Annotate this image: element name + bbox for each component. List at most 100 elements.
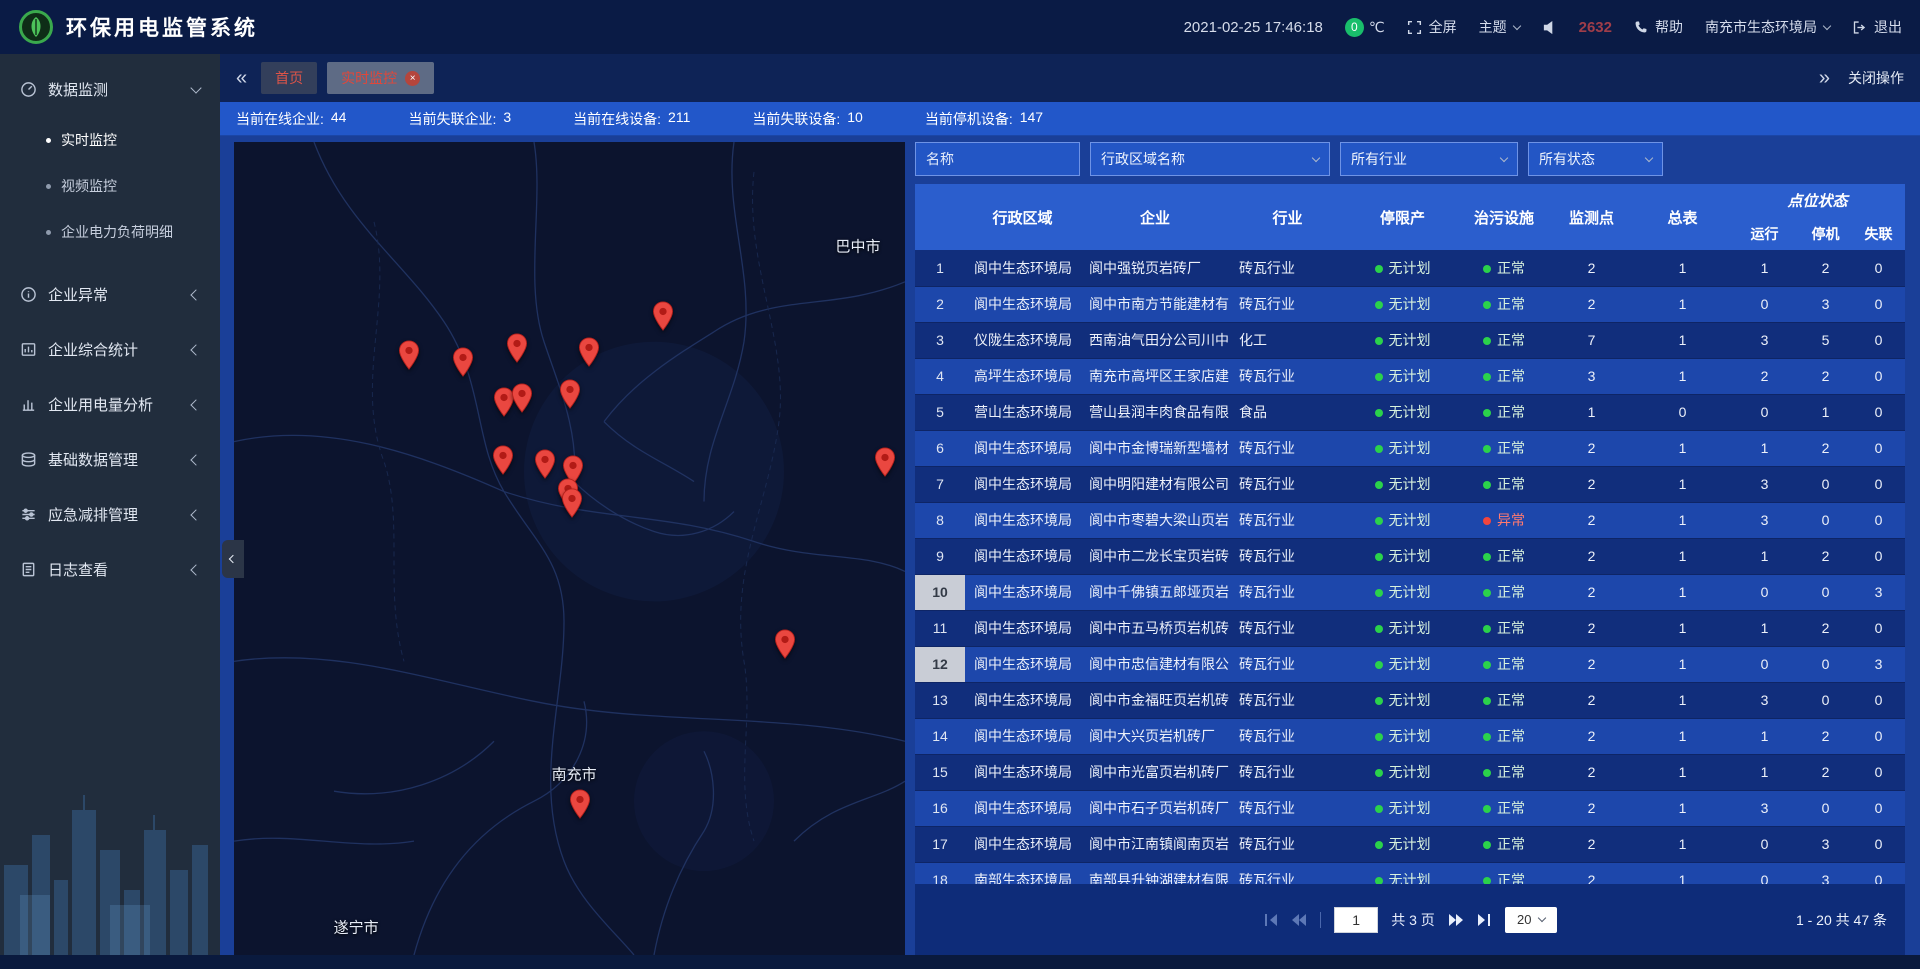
row-number: 11 bbox=[915, 610, 965, 646]
table-row[interactable]: 8阆中生态环境局阆中市枣碧大梁山页岩砖瓦行业无计划异常21300 bbox=[915, 502, 1905, 538]
status-dot-green-icon bbox=[1483, 625, 1491, 633]
map-pin-icon[interactable] bbox=[452, 347, 474, 377]
map-pin-icon[interactable] bbox=[652, 301, 674, 331]
alert-count-badge[interactable]: 2632 bbox=[1579, 19, 1612, 36]
table-row[interactable]: 16阆中生态环境局阆中市石子页岩机砖厂砖瓦行业无计划正常21300 bbox=[915, 790, 1905, 826]
cell-limit-production: 无计划 bbox=[1345, 826, 1460, 862]
table-row[interactable]: 18南部生态环境局南部县升钟湖建材有限砖瓦行业无计划正常21030 bbox=[915, 862, 1905, 884]
cell-enterprise: 阆中大兴页岩机砖厂 bbox=[1080, 718, 1230, 754]
cell-monitor-points: 2 bbox=[1548, 610, 1635, 646]
org-menu[interactable]: 南充市生态环境局 bbox=[1705, 17, 1830, 37]
sidebar-item-label: 企业综合统计 bbox=[48, 339, 181, 360]
cell-lost: 0 bbox=[1852, 538, 1905, 574]
page-size-value: 20 bbox=[1517, 912, 1531, 927]
table-row[interactable]: 4高坪生态环境局南充市高坪区王家店建砖瓦行业无计划正常31220 bbox=[915, 358, 1905, 394]
cell-running: 3 bbox=[1730, 502, 1799, 538]
map-roads bbox=[234, 142, 905, 955]
cell-pollution-facility: 正常 bbox=[1460, 862, 1548, 884]
cell-limit-production: 无计划 bbox=[1345, 646, 1460, 682]
cell-stopped: 1 bbox=[1799, 394, 1852, 430]
sidebar-item-企业综合统计[interactable]: 企业综合统计 bbox=[0, 322, 220, 377]
close-operations-button[interactable]: 关闭操作 bbox=[1848, 68, 1904, 88]
row-number: 15 bbox=[915, 754, 965, 790]
prev-page-button[interactable] bbox=[1291, 914, 1307, 926]
map[interactable]: 巴中市南充市遂宁市 bbox=[234, 142, 905, 955]
map-pin-icon[interactable] bbox=[398, 340, 420, 370]
map-pin-icon[interactable] bbox=[506, 333, 528, 363]
sidebar-subitem-企业电力负荷明细[interactable]: 企业电力负荷明细 bbox=[0, 209, 220, 255]
cell-stopped: 2 bbox=[1799, 250, 1852, 286]
table-row[interactable]: 17阆中生态环境局阆中市江南镇阆南页岩砖瓦行业无计划正常21030 bbox=[915, 826, 1905, 862]
table-row[interactable]: 12阆中生态环境局阆中市忠信建材有限公砖瓦行业无计划正常21003 bbox=[915, 646, 1905, 682]
announcement-icon[interactable] bbox=[1542, 20, 1557, 35]
cell-total-meters: 1 bbox=[1635, 466, 1730, 502]
theme-menu[interactable]: 主题 bbox=[1479, 17, 1520, 37]
table-row[interactable]: 6阆中生态环境局阆中市金博瑞新型墙材砖瓦行业无计划正常21120 bbox=[915, 430, 1905, 466]
next-page-button[interactable] bbox=[1448, 914, 1464, 926]
table-row[interactable]: 15阆中生态环境局阆中市光富页岩机砖厂砖瓦行业无计划正常21120 bbox=[915, 754, 1905, 790]
map-pin-icon[interactable] bbox=[559, 379, 581, 409]
map-pin-icon[interactable] bbox=[569, 789, 591, 819]
cell-enterprise: 阆中市金博瑞新型墙材 bbox=[1080, 430, 1230, 466]
tab-实时监控[interactable]: 实时监控× bbox=[327, 62, 434, 94]
status-filter-value: 所有状态 bbox=[1539, 149, 1595, 169]
table-row[interactable]: 2阆中生态环境局阆中市南方节能建材有砖瓦行业无计划正常21030 bbox=[915, 286, 1905, 322]
sidebar-subitem-视频监控[interactable]: 视频监控 bbox=[0, 163, 220, 209]
scroll-tabs-left-icon[interactable]: « bbox=[236, 68, 247, 88]
table-row[interactable]: 3仪陇生态环境局西南油气田分公司川中化工无计划正常71350 bbox=[915, 322, 1905, 358]
map-pin-icon[interactable] bbox=[492, 445, 514, 475]
cell-limit-production: 无计划 bbox=[1345, 250, 1460, 286]
map-pin-icon[interactable] bbox=[774, 629, 796, 659]
last-page-button[interactable] bbox=[1477, 914, 1492, 926]
tab-close-icon[interactable]: × bbox=[405, 71, 420, 86]
tab-首页[interactable]: 首页 bbox=[261, 62, 317, 94]
map-pin-icon[interactable] bbox=[874, 447, 896, 477]
table-row[interactable]: 5营山生态环境局营山县润丰肉食品有限食品无计划正常10010 bbox=[915, 394, 1905, 430]
collapse-map-panel-button[interactable] bbox=[222, 540, 244, 578]
pagination-divider bbox=[1320, 912, 1321, 928]
col-point-status-group: 点位状态 bbox=[1730, 184, 1905, 217]
map-pin-icon[interactable] bbox=[561, 488, 583, 518]
table-row[interactable]: 1阆中生态环境局阆中强锐页岩砖厂砖瓦行业无计划正常21120 bbox=[915, 250, 1905, 286]
name-filter-input[interactable] bbox=[915, 142, 1080, 176]
region-filter-select[interactable]: 行政区域名称 bbox=[1090, 142, 1330, 176]
page-size-select[interactable]: 20 bbox=[1505, 907, 1557, 933]
sidebar-item-应急减排管理[interactable]: 应急减排管理 bbox=[0, 487, 220, 542]
map-pin-icon[interactable] bbox=[578, 337, 600, 367]
cell-pollution-facility: 正常 bbox=[1460, 250, 1548, 286]
table-row[interactable]: 11阆中生态环境局阆中市五马桥页岩机砖砖瓦行业无计划正常21120 bbox=[915, 610, 1905, 646]
sidebar-item-label: 基础数据管理 bbox=[48, 449, 181, 470]
sidebar-item-日志查看[interactable]: 日志查看 bbox=[0, 542, 220, 597]
table-row[interactable]: 9阆中生态环境局阆中市二龙长宝页岩砖砖瓦行业无计划正常21120 bbox=[915, 538, 1905, 574]
cell-monitor-points: 3 bbox=[1548, 358, 1635, 394]
industry-filter-select[interactable]: 所有行业 bbox=[1340, 142, 1518, 176]
map-pin-icon[interactable] bbox=[534, 449, 556, 479]
stat-item: 当前失联企业:3 bbox=[408, 109, 511, 129]
cell-enterprise: 阆中市江南镇阆南页岩 bbox=[1080, 826, 1230, 862]
sidebar-subitem-实时监控[interactable]: 实时监控 bbox=[0, 117, 220, 163]
cell-pollution-facility: 正常 bbox=[1460, 466, 1548, 502]
status-dot-green-icon bbox=[1375, 733, 1383, 741]
map-pin-icon[interactable] bbox=[511, 383, 533, 413]
cell-limit-production: 无计划 bbox=[1345, 394, 1460, 430]
database-icon bbox=[20, 451, 37, 468]
status-dot-green-icon bbox=[1483, 589, 1491, 597]
page-number-input[interactable] bbox=[1334, 907, 1378, 933]
help-button[interactable]: 帮助 bbox=[1634, 17, 1683, 37]
cell-limit-production: 无计划 bbox=[1345, 538, 1460, 574]
table-row[interactable]: 13阆中生态环境局阆中市金福旺页岩机砖砖瓦行业无计划正常21300 bbox=[915, 682, 1905, 718]
scroll-tabs-right-icon[interactable]: » bbox=[1819, 68, 1830, 88]
table-row[interactable]: 14阆中生态环境局阆中大兴页岩机砖厂砖瓦行业无计划正常21120 bbox=[915, 718, 1905, 754]
sidebar-item-企业异常[interactable]: 企业异常 bbox=[0, 267, 220, 322]
status-filter-select[interactable]: 所有状态 bbox=[1528, 142, 1663, 176]
first-page-button[interactable] bbox=[1263, 914, 1278, 926]
table-row[interactable]: 7阆中生态环境局阆中明阳建材有限公司砖瓦行业无计划正常21300 bbox=[915, 466, 1905, 502]
col-pollution-facility: 治污设施 bbox=[1460, 184, 1548, 250]
logout-button[interactable]: 退出 bbox=[1852, 17, 1902, 37]
sidebar-item-企业用电量分析[interactable]: 企业用电量分析 bbox=[0, 377, 220, 432]
table-row[interactable]: 10阆中生态环境局阆中千佛镇五郎垭页岩砖瓦行业无计划正常21003 bbox=[915, 574, 1905, 610]
sidebar-item-数据监测[interactable]: 数据监测 bbox=[0, 62, 220, 117]
page-title: 环保用电监管系统 bbox=[66, 12, 258, 42]
fullscreen-button[interactable]: 全屏 bbox=[1407, 17, 1457, 37]
sidebar-item-基础数据管理[interactable]: 基础数据管理 bbox=[0, 432, 220, 487]
